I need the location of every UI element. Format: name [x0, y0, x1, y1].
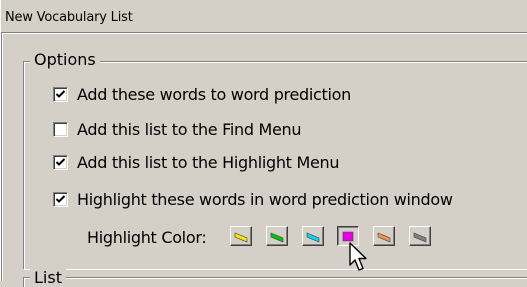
checkbox-label: Highlight these words in word prediction…: [77, 189, 453, 209]
checkbox-row-add-to-find-menu[interactable]: Add this list to the Find Menu: [53, 119, 302, 139]
highlighter-swatch-icon: [306, 232, 320, 243]
checkbox-label: Add these words to word prediction: [77, 84, 351, 104]
highlighter-swatch-icon: [377, 232, 391, 243]
window-title: New Vocabulary List: [5, 10, 133, 25]
checkbox-row-highlight-in-prediction-window[interactable]: Highlight these words in word prediction…: [53, 189, 453, 209]
checkbox-row-add-to-word-prediction[interactable]: Add these words to word prediction: [53, 84, 351, 104]
checkmark-icon: [55, 194, 66, 203]
highlighter-swatch-icon: [234, 232, 248, 243]
options-group-legend: Options: [30, 50, 100, 69]
checkbox-add-to-word-prediction[interactable]: [53, 86, 68, 102]
checkmark-icon: [55, 89, 66, 98]
mouse-cursor-icon: [349, 242, 367, 271]
highlight-color-swatch-orange[interactable]: [373, 226, 395, 246]
highlight-color-swatch-cyan[interactable]: [302, 226, 324, 246]
list-group: [23, 277, 527, 287]
list-group-legend: List: [30, 268, 66, 287]
highlight-color-swatch-green[interactable]: [266, 226, 288, 246]
highlight-color-label: Highlight Color:: [87, 228, 207, 247]
checkbox-add-to-find-menu[interactable]: [53, 121, 68, 137]
highlighter-swatch-icon: [270, 232, 284, 243]
new-vocabulary-list-window: New Vocabulary List Options Add these wo…: [0, 0, 527, 287]
checkbox-add-to-highlight-menu[interactable]: [53, 154, 68, 170]
pane-edge-highlight: [2, 34, 3, 281]
highlight-color-swatch-yellow[interactable]: [230, 226, 252, 246]
checkbox-label: Add this list to the Find Menu: [77, 119, 302, 139]
checkmark-icon: [55, 157, 66, 166]
highlight-color-swatch-gray[interactable]: [409, 226, 431, 246]
checkbox-label: Add this list to the Highlight Menu: [77, 152, 340, 172]
checkbox-row-add-to-highlight-menu[interactable]: Add this list to the Highlight Menu: [53, 152, 340, 172]
checkbox-highlight-in-prediction-window[interactable]: [53, 191, 68, 207]
title-divider-highlight: [1, 33, 527, 34]
highlighter-swatch-icon: [413, 232, 427, 243]
